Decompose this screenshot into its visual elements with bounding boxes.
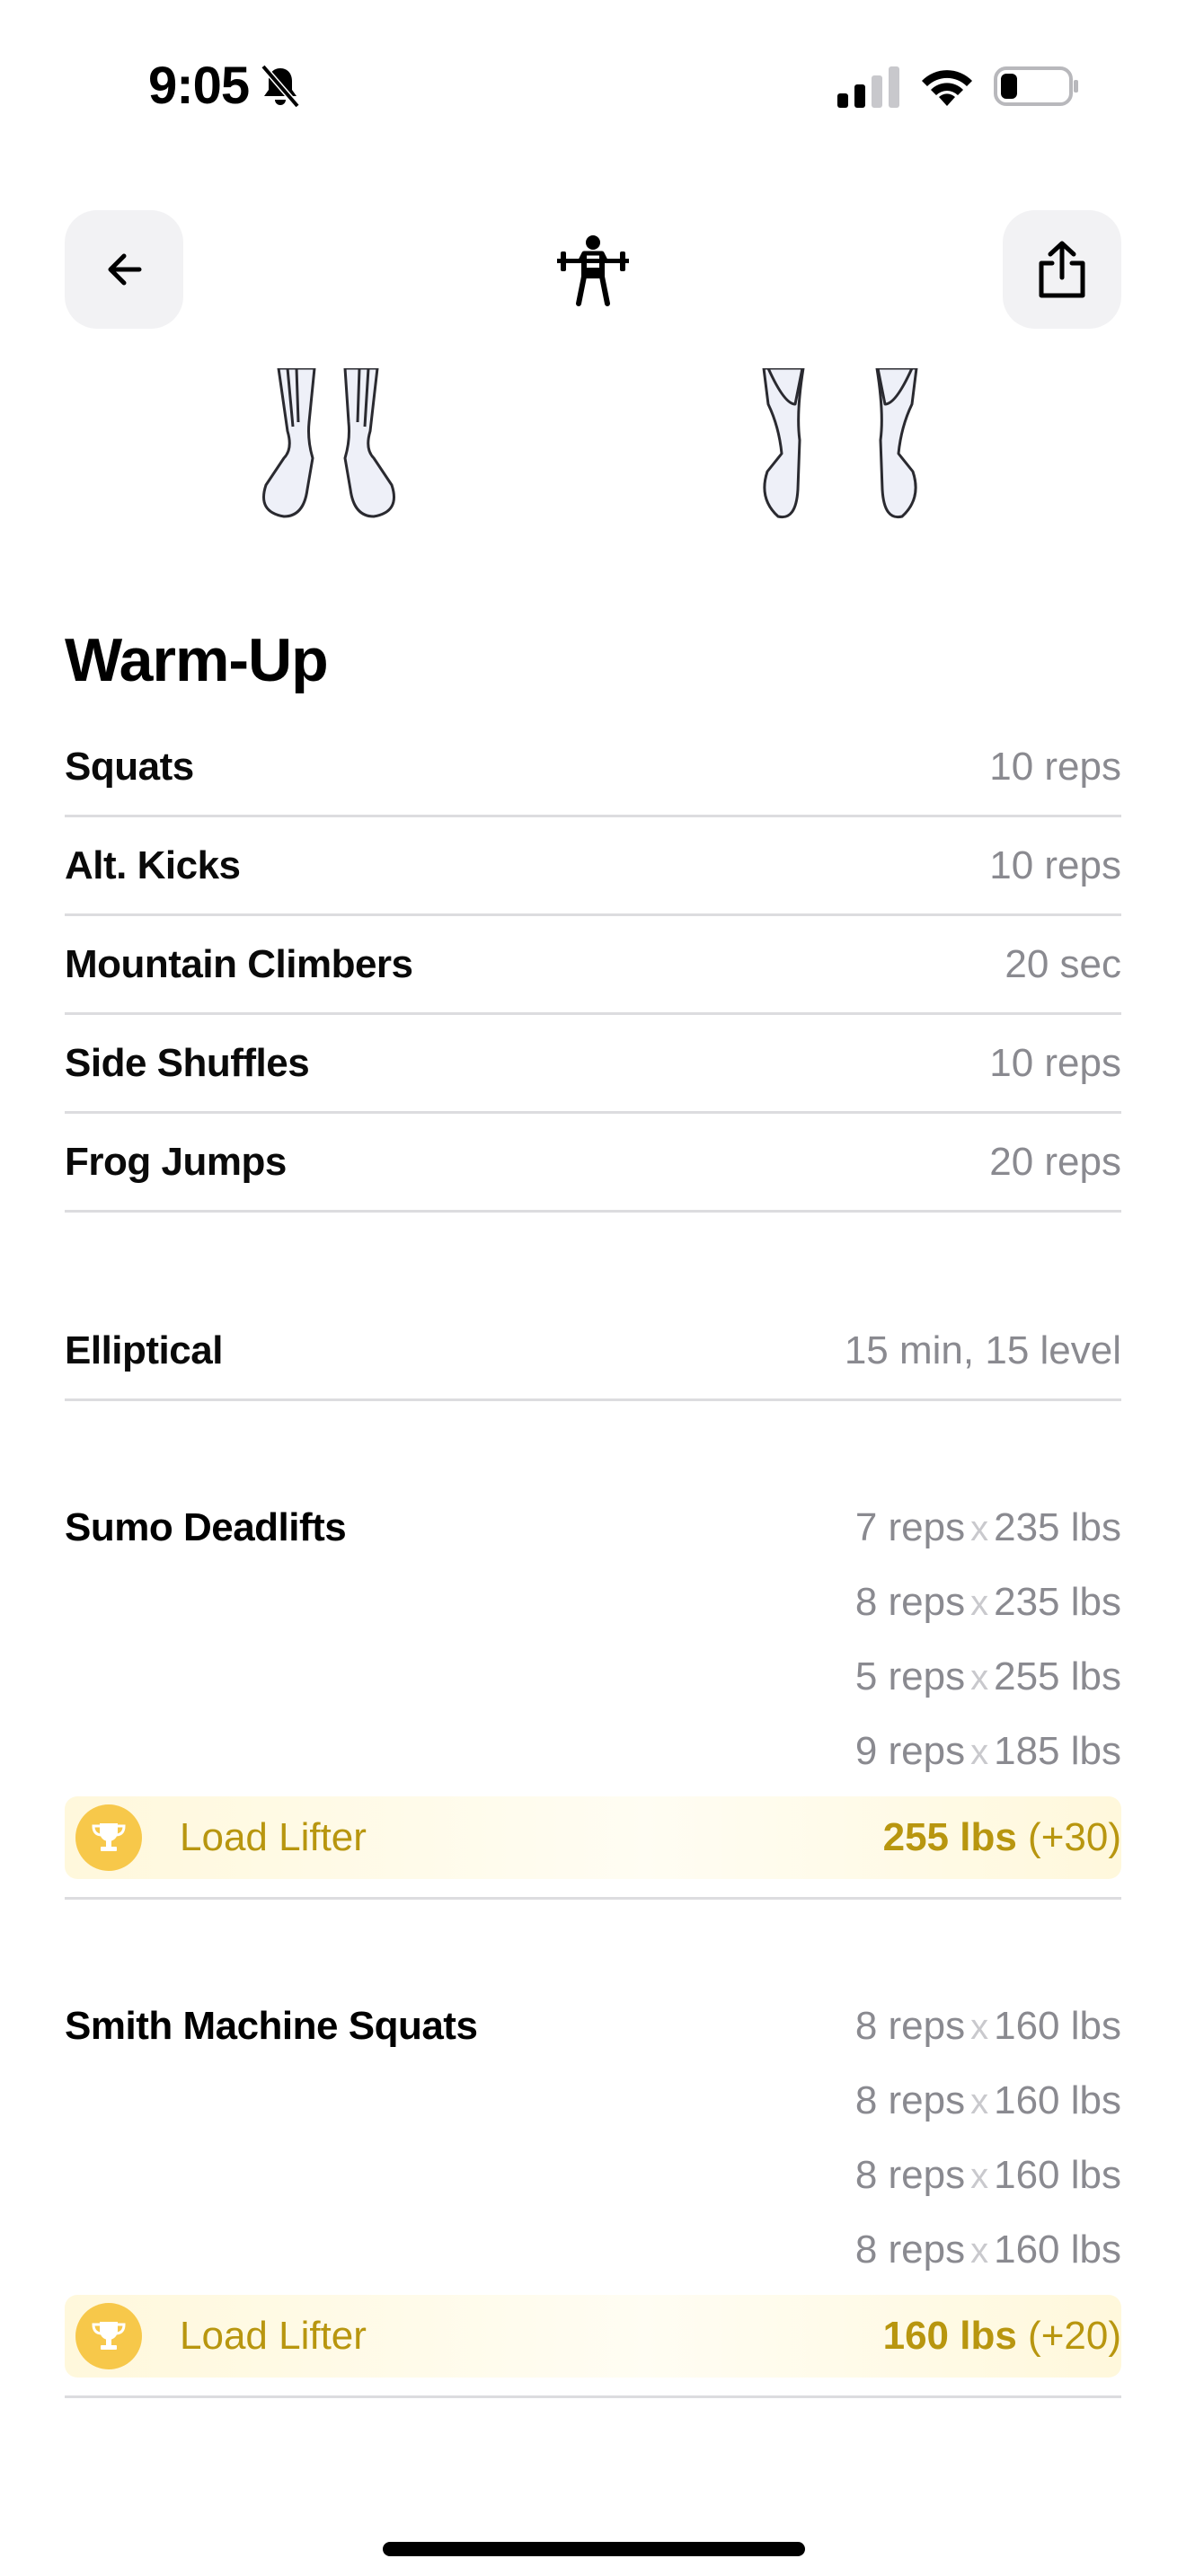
set-reps: 8 reps: [854, 2078, 966, 2122]
workout-content: Warm-Up Squats 10 reps Alt. Kicks 10 rep…: [65, 620, 1121, 2398]
set-reps: 8 reps: [854, 2004, 966, 2048]
cellular-signal-icon: [837, 66, 899, 108]
share-icon: [1039, 241, 1085, 298]
set-line: 8 reps x 160 lbs: [855, 2139, 1121, 2213]
award-value: 255 lbs (+30): [883, 1815, 1121, 1860]
exercise-value: 10 reps: [989, 842, 1121, 887]
times-symbol: x: [970, 2157, 989, 2196]
times-symbol: x: [970, 2231, 989, 2271]
award-label: Load Lifter: [180, 2314, 367, 2358]
set-weight: 235 lbs: [994, 1505, 1121, 1549]
award-delta: (+30): [1028, 1815, 1121, 1859]
set-weight: 255 lbs: [994, 1654, 1121, 1698]
weightlifter-icon: [557, 235, 629, 306]
set-line: 9 reps x 185 lbs: [855, 1715, 1121, 1789]
section-title-warmup: Warm-Up: [65, 626, 329, 694]
silent-bell-icon: [261, 64, 300, 109]
battery-icon: [994, 66, 1078, 106]
warmup-row[interactable]: Alt. Kicks 10 reps: [65, 817, 1121, 916]
award-banner[interactable]: Load Lifter 255 lbs (+30): [65, 1796, 1121, 1879]
set-weight: 235 lbs: [994, 1580, 1121, 1624]
award-delta: (+20): [1028, 2314, 1121, 2358]
set-reps: 8 reps: [854, 2153, 966, 2197]
exercise-name: Smith Machine Squats: [65, 2004, 478, 2048]
trophy-badge: [75, 1804, 142, 1871]
home-indicator[interactable]: [383, 2542, 805, 2556]
exercise-name: Frog Jumps: [65, 1139, 287, 1184]
exercise-name: Sumo Deadlifts: [65, 1505, 347, 1549]
set-list: 8 reps x 160 lbs 8 reps x 160 lbs 8 reps x 160…: [855, 1989, 1121, 2288]
wifi-icon: [922, 70, 972, 106]
award-label: Load Lifter: [180, 1815, 367, 1859]
set-line: 8 reps x 235 lbs: [855, 1566, 1121, 1640]
set-reps: 8 reps: [854, 1580, 966, 1624]
warmup-row[interactable]: Mountain Climbers 20 sec: [65, 916, 1121, 1015]
set-weight: 160 lbs: [994, 2228, 1121, 2272]
exercise-name: Squats: [65, 744, 194, 789]
back-button[interactable]: [65, 210, 183, 329]
exercise-name: Alt. Kicks: [65, 842, 241, 887]
exercise-name: Elliptical: [65, 1328, 223, 1372]
set-line: 8 reps x 160 lbs: [855, 2213, 1121, 2288]
warmup-row[interactable]: Side Shuffles 10 reps: [65, 1015, 1121, 1114]
set-line: 8 reps x 160 lbs: [855, 1989, 1121, 2064]
set-line: 7 reps x 235 lbs: [855, 1491, 1121, 1566]
arrow-left-icon: [108, 253, 142, 286]
award-value: 160 lbs (+20): [883, 2314, 1121, 2359]
exercise-value: 10 reps: [989, 744, 1121, 789]
times-symbol: x: [970, 1733, 989, 1772]
exercise-name: Side Shuffles: [65, 1040, 310, 1085]
set-weight: 160 lbs: [994, 2078, 1121, 2122]
exercise-value: 10 reps: [989, 1040, 1121, 1085]
cardio-row[interactable]: Elliptical 15 min, 15 level: [65, 1302, 1121, 1401]
muscle-map-illustration: [262, 368, 918, 519]
set-weight: 185 lbs: [994, 1729, 1121, 1773]
times-symbol: x: [970, 1509, 989, 1548]
set-reps: 9 reps: [854, 1729, 966, 1773]
set-weight: 160 lbs: [994, 2153, 1121, 2197]
set-reps: 7 reps: [854, 1505, 966, 1549]
exercise-value: 15 min, 15 level: [844, 1328, 1121, 1372]
times-symbol: x: [970, 2007, 989, 2047]
share-button[interactable]: [1003, 210, 1121, 329]
set-reps: 5 reps: [854, 1654, 966, 1698]
set-line: 5 reps x 255 lbs: [855, 1640, 1121, 1715]
set-list: 7 reps x 235 lbs 8 reps x 235 lbs 5 reps x 255…: [855, 1491, 1121, 1789]
exercise-name: Mountain Climbers: [65, 941, 413, 986]
trophy-icon: [92, 2322, 126, 2350]
exercise-block[interactable]: Smith Machine Squats 8 reps x 160 lbs 8 re…: [65, 1989, 1121, 2398]
exercise-block[interactable]: Sumo Deadlifts 7 reps x 235 lbs 8 reps x 235…: [65, 1491, 1121, 1900]
warmup-row[interactable]: Frog Jumps 20 reps: [65, 1114, 1121, 1213]
times-symbol: x: [970, 1658, 989, 1698]
exercise-value: 20 reps: [989, 1139, 1121, 1184]
set-line: 8 reps x 160 lbs: [855, 2064, 1121, 2139]
times-symbol: x: [970, 1584, 989, 1623]
award-banner[interactable]: Load Lifter 160 lbs (+20): [65, 2295, 1121, 2378]
exercise-value: 20 sec: [1005, 941, 1121, 986]
award-weight: 255 lbs: [882, 1815, 1017, 1859]
times-symbol: x: [970, 2082, 989, 2122]
status-bar: 9:05: [0, 0, 1186, 171]
trophy-icon: [92, 1823, 126, 1851]
status-time: 9:05: [148, 57, 250, 115]
warmup-row[interactable]: Squats 10 reps: [65, 719, 1121, 817]
trophy-badge: [75, 2303, 142, 2369]
set-weight: 160 lbs: [994, 2004, 1121, 2048]
award-weight: 160 lbs: [882, 2314, 1017, 2358]
set-reps: 8 reps: [854, 2228, 966, 2272]
